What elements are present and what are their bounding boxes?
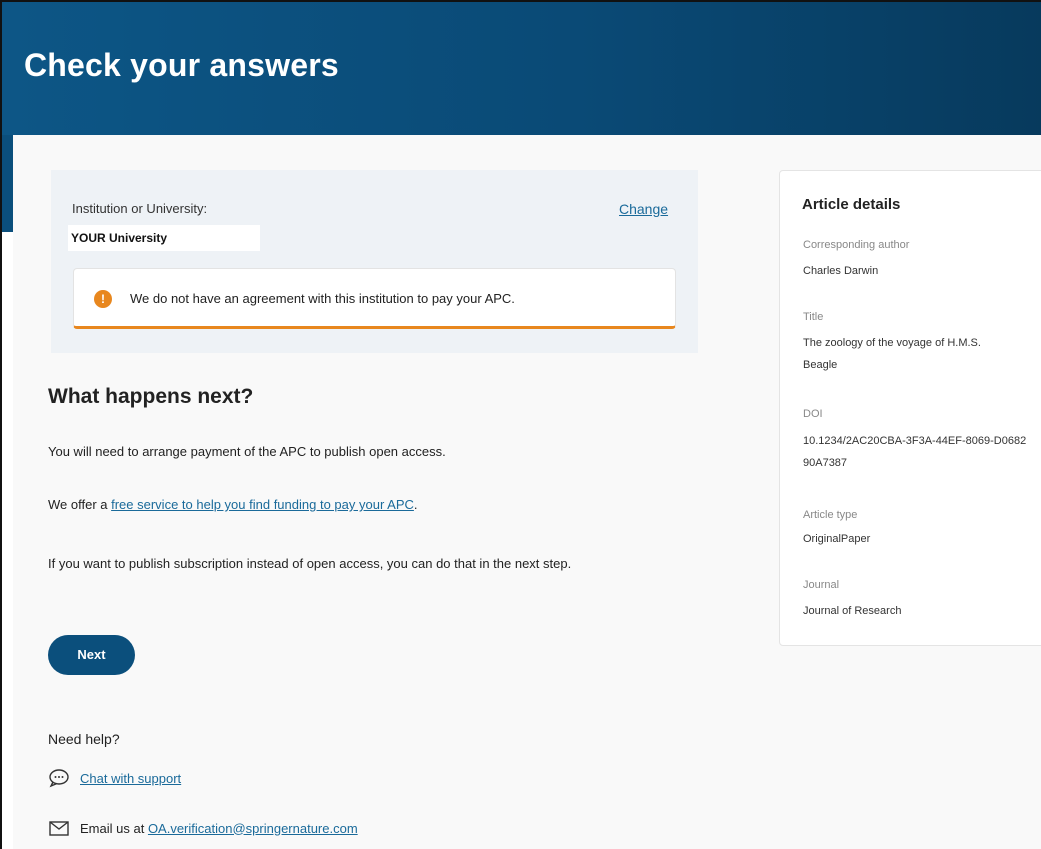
funding-prefix: We offer a	[48, 497, 112, 512]
detail-label-journal: Journal	[803, 579, 840, 591]
detail-value-author: Charles Darwin	[803, 265, 879, 277]
warning-icon: !	[94, 290, 112, 308]
section-heading-next: What happens next?	[48, 385, 254, 408]
funding-service-link[interactable]: free service to help you find funding to…	[111, 497, 414, 512]
next-button[interactable]: Next	[48, 635, 135, 675]
detail-label-author: Corresponding author	[803, 239, 910, 251]
funding-service-text: We offer a free service to help you find…	[48, 497, 418, 512]
article-details-title: Article details	[802, 196, 901, 213]
subscription-info-text: If you want to publish subscription inst…	[48, 556, 572, 571]
detail-label-title: Title	[803, 311, 824, 323]
page-header: Check your answers	[2, 2, 1041, 135]
side-accent-bar	[2, 135, 13, 232]
page-frame: Check your answers Institution or Univer…	[0, 0, 1041, 849]
page-title: Check your answers	[24, 47, 339, 83]
help-heading: Need help?	[48, 731, 120, 747]
envelope-icon	[49, 821, 69, 836]
detail-value-doi: 10.1234/2AC20CBA-3F3A-44EF-8069-D068290A…	[803, 435, 1027, 469]
email-prefix: Email us at	[80, 820, 145, 836]
email-support-row: Email us at OA.verification@springernatu…	[48, 818, 358, 838]
institution-label: Institution or University:	[72, 201, 208, 216]
detail-value-type: OriginalPaper	[803, 533, 871, 545]
chat-support-row: Chat with support	[48, 768, 181, 788]
funding-suffix: .	[413, 497, 418, 512]
alert-message: We do not have an agreement with this in…	[130, 291, 515, 306]
chat-support-link[interactable]: Chat with support	[80, 771, 181, 786]
detail-label-type: Article type	[803, 509, 858, 521]
chat-bubble-icon	[49, 769, 69, 788]
detail-value-title: The zoology of the voyage of H.M.S. Beag…	[803, 337, 981, 371]
change-institution-link[interactable]: Change	[619, 201, 668, 217]
institution-value: YOUR University	[68, 225, 260, 251]
detail-label-doi: DOI	[803, 408, 823, 420]
payment-info-text: You will need to arrange payment of the …	[48, 444, 446, 459]
no-agreement-alert: ! We do not have an agreement with this …	[73, 268, 676, 329]
detail-value-journal: Journal of Research	[803, 605, 902, 617]
email-support-link[interactable]: OA.verification@springernature.com	[148, 821, 358, 836]
